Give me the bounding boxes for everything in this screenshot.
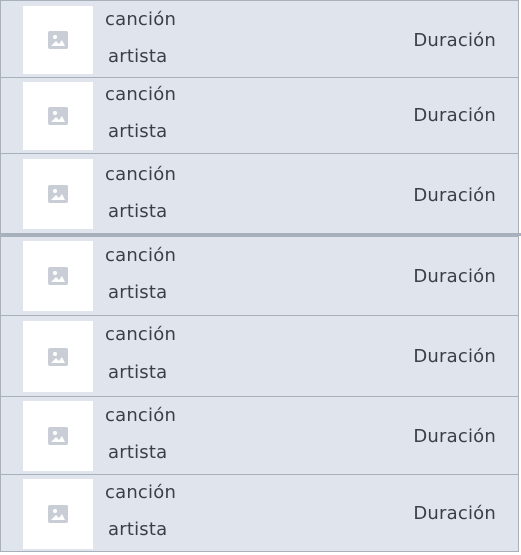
song-duration: Duración (413, 185, 496, 206)
song-title: canción (105, 245, 177, 266)
image-placeholder-icon (48, 505, 68, 523)
song-row[interactable]: canción artista Duración (0, 315, 519, 397)
song-artist: artista (108, 519, 168, 540)
song-artist: artista (108, 121, 168, 142)
song-thumbnail (23, 401, 93, 471)
song-title: canción (105, 84, 177, 105)
song-thumbnail (23, 6, 93, 74)
image-placeholder-icon (48, 107, 68, 125)
song-artist: artista (108, 442, 168, 463)
image-placeholder-icon (48, 347, 68, 366)
song-artist: artista (108, 201, 168, 222)
song-thumbnail (23, 159, 93, 229)
song-title: canción (105, 405, 177, 426)
song-row[interactable]: canción artista Duración (0, 396, 519, 475)
song-thumbnail (23, 82, 93, 150)
song-artist: artista (108, 362, 168, 383)
song-duration: Duración (413, 105, 496, 126)
song-thumbnail (23, 479, 93, 549)
song-duration: Duración (413, 503, 496, 524)
image-placeholder-icon (48, 267, 68, 285)
image-placeholder-icon (48, 31, 68, 49)
image-placeholder-icon (48, 427, 68, 445)
song-row[interactable]: canción artista Duración (0, 153, 519, 234)
song-artist: artista (108, 282, 168, 303)
song-artist: artista (108, 46, 168, 67)
song-title: canción (105, 9, 177, 30)
song-duration: Duración (413, 30, 496, 51)
song-title: canción (105, 324, 177, 345)
song-thumbnail (23, 241, 93, 311)
image-placeholder-icon (48, 185, 68, 203)
song-thumbnail (23, 321, 93, 392)
song-duration: Duración (413, 426, 496, 447)
song-row[interactable]: canción artista Duración (0, 236, 519, 316)
song-row[interactable]: canción artista Duración (0, 474, 519, 552)
song-list: canción artista Duración canción artista… (0, 0, 521, 555)
song-duration: Duración (413, 346, 496, 367)
song-title: canción (105, 482, 177, 503)
song-row[interactable]: canción artista Duración (0, 0, 519, 78)
song-title: canción (105, 164, 177, 185)
song-duration: Duración (413, 266, 496, 287)
song-row[interactable]: canción artista Duración (0, 77, 519, 154)
